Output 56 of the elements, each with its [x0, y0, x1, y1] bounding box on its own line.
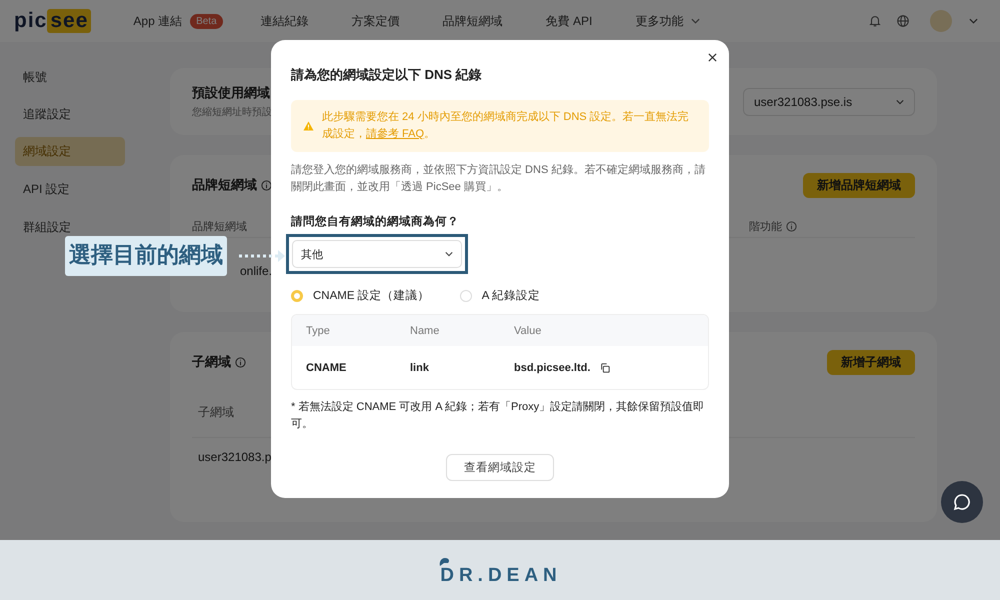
table-cell-text: CNAME — [306, 362, 348, 374]
copy-icon[interactable] — [600, 362, 610, 372]
warning-icon — [303, 121, 314, 131]
add-brand-domain-button[interactable]: 新增品牌短網域 — [803, 172, 915, 198]
warning-text: 此步驟需要您在 24 小時內至您的網域商完成以下 DNS 設定。若一直無法完成設定，請參考 FAQ。 — [322, 110, 690, 142]
nav-link[interactable]: 品牌短網域 — [442, 12, 503, 30]
card-title: 子網域 — [192, 353, 231, 371]
sidebar-item[interactable]: 帳號 — [15, 68, 55, 85]
dialog-title: 請為您的網域設定以下 DNS 紀錄 — [291, 66, 483, 84]
column-header: Type — [306, 324, 331, 336]
column-header: 子網域 — [198, 404, 234, 420]
instructions-text: 請您登入您的網域服務商，並依照下方資訊設定 DNS 紀錄。若不確定網域服務商，請關閉此畫面，並改用「透過 PicSee 購買」。 — [291, 162, 706, 195]
chevron-down-icon — [445, 251, 453, 257]
note-text: * 若無法設定 CNAME 可改用 A 紀錄；若有「Proxy」設定請關閉，其餘保留預設值即可。 — [291, 400, 706, 432]
provider-select[interactable]: 其他 — [292, 240, 462, 268]
radio-option[interactable]: CNAME 設定（建議） — [291, 288, 430, 303]
field-label: 請問您自有網域的網域商為何？ — [291, 214, 460, 229]
info-icon — [261, 180, 272, 190]
sidebar-item[interactable]: API 設定 — [15, 181, 78, 198]
globe-icon[interactable] — [896, 14, 910, 28]
column-header: 品牌短網域 — [192, 220, 247, 234]
domain-select[interactable]: user321083.pse.is — [743, 88, 915, 116]
radio-option[interactable]: A 紀錄設定 — [460, 288, 540, 303]
table-cell: onlife. — [240, 264, 272, 278]
dotted-arrow — [238, 249, 286, 263]
column-header: Value — [514, 324, 542, 336]
brand-logo: DR.DEAN — [440, 565, 562, 587]
chevron-down-icon — [896, 98, 904, 104]
column-header: 階功能 — [749, 220, 782, 234]
sidebar-item[interactable]: 網域設定 — [15, 137, 125, 166]
view-settings-button[interactable]: 查看網域設定 — [446, 454, 554, 481]
close-icon[interactable] — [708, 53, 717, 62]
bell-icon[interactable] — [868, 14, 882, 28]
add-subdomain-button[interactable]: 新增子網域 — [827, 350, 915, 374]
chat-bubble-icon — [952, 492, 972, 512]
table-cell: user321083.p — [198, 450, 272, 464]
column-header: Name — [410, 324, 440, 336]
chevron-down-icon[interactable] — [969, 18, 978, 24]
card-title: 品牌短網域 — [192, 176, 257, 194]
sidebar-item[interactable]: 追蹤設定 — [15, 106, 79, 122]
info-icon — [235, 356, 246, 368]
head-icon — [438, 557, 450, 567]
nav-link[interactable]: 免費 API — [546, 12, 592, 30]
nav-link[interactable]: 更多功能 — [635, 12, 684, 30]
annotation-label: 選擇目前的網域 — [65, 236, 227, 276]
info-icon — [786, 220, 797, 232]
table-cell-text: link — [410, 362, 430, 374]
table-cell: bsd.picsee.ltd. — [514, 362, 590, 374]
card-subtitle: 您縮短網址時預設 — [192, 106, 272, 119]
sidebar-item[interactable]: 群組設定 — [15, 218, 79, 235]
chat-button[interactable] — [941, 481, 983, 523]
beta-badge: Beta — [190, 14, 223, 28]
nav-link[interactable]: 方案定價 — [352, 12, 400, 30]
card-title: 預設使用網域 — [192, 84, 271, 102]
nav-link[interactable]: App 連結 — [133, 12, 182, 30]
nav-link[interactable]: 連結紀錄 — [260, 12, 309, 30]
